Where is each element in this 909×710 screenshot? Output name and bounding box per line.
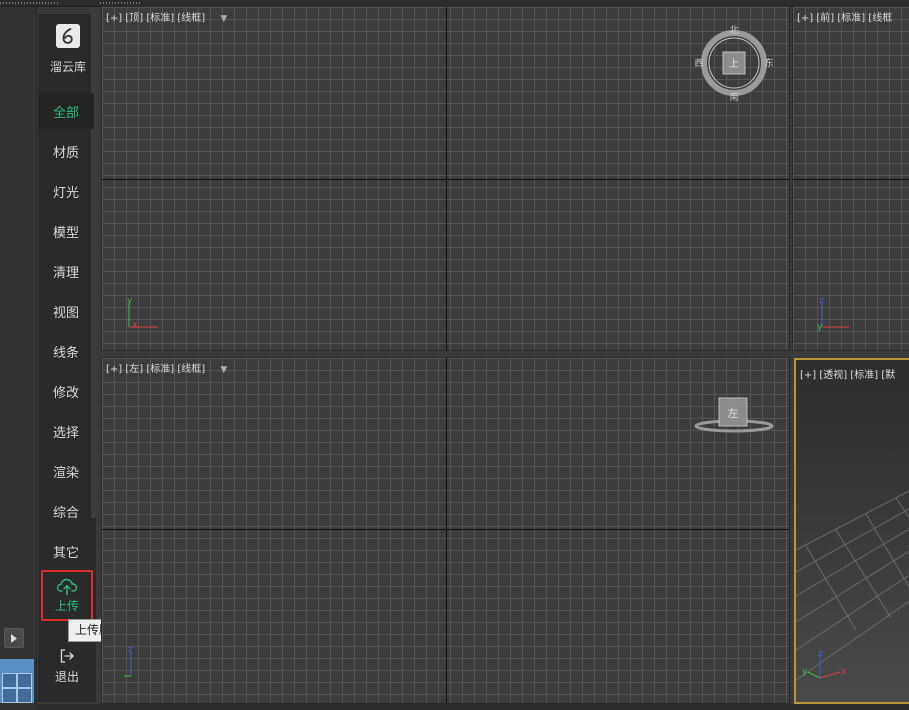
nav-item-misc[interactable]: 综合: [38, 493, 94, 529]
viewport-left-label[interactable]: [+] [左] [标准] [线框] ▼: [106, 360, 227, 375]
exit-button[interactable]: 退出: [41, 642, 93, 690]
viewport-top-label[interactable]: [+] [顶] [标准] [线框] ▼: [106, 9, 227, 24]
svg-text:y: y: [817, 322, 823, 332]
viewport-shading-standard[interactable]: [标准]: [850, 370, 878, 381]
upload-label: 上传: [54, 598, 79, 613]
nav-item-model[interactable]: 模型: [38, 213, 94, 249]
grid-axis-vertical: [446, 358, 447, 703]
axis-tripod-icon: z: [124, 645, 133, 677]
dropdown-triangle-icon[interactable]: ▼: [220, 14, 227, 24]
svg-text:x: x: [132, 320, 138, 330]
viewport-view-name[interactable]: [前]: [816, 13, 834, 24]
svg-text:z: z: [818, 649, 823, 659]
axis-tripod-icon: z y: [817, 296, 849, 332]
svg-text:z: z: [128, 645, 133, 655]
nav-item-material[interactable]: 材质: [38, 133, 94, 169]
layout-cell: [17, 673, 32, 688]
layout-cell: [2, 673, 17, 688]
layout-cell: [17, 688, 32, 703]
nav-item-light[interactable]: 灯光: [38, 173, 94, 209]
upload-button[interactable]: 上传: [41, 570, 93, 621]
viewport-top[interactable]: [+] [顶] [标准] [线框] ▼ 上 北 南 西 东 y x: [101, 6, 790, 351]
viewport-menu-plus[interactable]: [+]: [800, 370, 816, 381]
grid-axis-vertical: [446, 7, 447, 350]
svg-text:上: 上: [729, 58, 739, 70]
viewcube-side-icon[interactable]: 左: [694, 394, 774, 438]
nav-item-lines[interactable]: 线条: [38, 333, 94, 369]
svg-text:左: 左: [728, 407, 739, 420]
brand-logo-icon: [56, 24, 80, 48]
viewport-view-name[interactable]: [透视]: [819, 370, 847, 381]
viewport-layout-icon[interactable]: [0, 659, 34, 703]
viewport-shading-standard[interactable]: [标准]: [837, 13, 865, 24]
toolbar-grip[interactable]: [100, 2, 140, 4]
svg-text:y: y: [127, 296, 133, 306]
svg-text:z: z: [819, 296, 824, 306]
axis-tripod-icon: y x: [127, 296, 158, 330]
exit-icon: [60, 648, 74, 663]
dropdown-triangle-icon[interactable]: ▼: [220, 365, 227, 375]
axis-tripod-icon: z x y: [802, 649, 847, 679]
svg-text:西: 西: [694, 58, 703, 69]
left-command-strip: [0, 7, 37, 710]
play-icon[interactable]: [4, 628, 24, 648]
svg-text:南: 南: [729, 91, 738, 101]
viewport-left[interactable]: [+] [左] [标准] [线框] ▼ 左 z: [101, 357, 790, 704]
viewport-perspective[interactable]: [+] [透视] [标准] [默 z x y: [794, 358, 909, 704]
layout-cell: [2, 688, 17, 703]
viewport-front[interactable]: [+] [前] [标准] [线框 z y: [792, 6, 909, 351]
grid-axis-horizontal: [793, 179, 909, 180]
bottom-status-strip: [36, 704, 909, 710]
nav-item-view[interactable]: 视图: [38, 293, 94, 329]
svg-text:x: x: [841, 667, 847, 677]
svg-text:y: y: [802, 667, 808, 677]
viewport-view-name[interactable]: [顶]: [125, 13, 143, 24]
viewport-view-name[interactable]: [左]: [125, 364, 143, 375]
viewport-front-label[interactable]: [+] [前] [标准] [线框: [797, 9, 892, 24]
nav-item-other[interactable]: 其它: [38, 533, 94, 569]
viewport-shading-standard[interactable]: [标准]: [146, 364, 174, 375]
svg-text:北: 北: [729, 25, 738, 36]
viewport-shading-standard[interactable]: [标准]: [146, 13, 174, 24]
viewport-perspective-label[interactable]: [+] [透视] [标准] [默: [800, 366, 895, 381]
nav-item-modify[interactable]: 修改: [38, 373, 94, 409]
nav-item-select[interactable]: 选择: [38, 413, 94, 449]
toolbar-grip[interactable]: [0, 2, 60, 4]
viewport-menu-plus[interactable]: [+]: [106, 13, 122, 24]
nav-item-render[interactable]: 渲染: [38, 453, 94, 489]
viewport-menu-plus[interactable]: [+]: [106, 364, 122, 375]
viewport-menu-plus[interactable]: [+]: [797, 13, 813, 24]
brand-name: 溜云库: [49, 60, 86, 74]
viewcube-compass-icon[interactable]: 上 北 南 西 东: [694, 21, 774, 101]
viewport-shading-default[interactable]: [默: [881, 370, 895, 381]
cloud-upload-icon: [56, 578, 78, 595]
nav-item-cleanup[interactable]: 清理: [38, 253, 94, 289]
viewport-shading-wireframe[interactable]: [线框: [868, 13, 892, 24]
viewport-shading-wireframe[interactable]: [线框]: [177, 364, 205, 375]
exit-label: 退出: [54, 669, 79, 684]
svg-text:东: 东: [764, 57, 773, 69]
viewport-shading-wireframe[interactable]: [线框]: [177, 13, 205, 24]
nav-item-all[interactable]: 全部: [38, 93, 94, 129]
